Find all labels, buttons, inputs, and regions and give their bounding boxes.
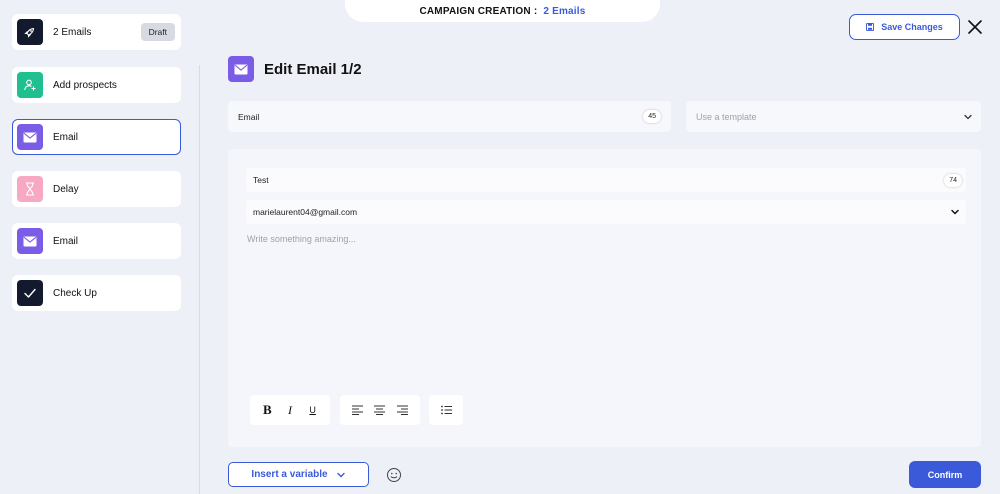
email-name-value: Email (238, 111, 260, 122)
campaign-header: CAMPAIGN CREATION : 2 Emails (345, 0, 660, 22)
draft-badge: Draft (140, 23, 175, 41)
align-left-button[interactable] (347, 400, 367, 420)
bold-label: B (262, 402, 272, 417)
body-placeholder: Write something amazing... (247, 234, 356, 244)
mail-icon (228, 56, 254, 82)
sidebar-item-check-up[interactable]: Check Up (12, 275, 181, 311)
sidebar-item-label: Delay (53, 183, 79, 195)
sidebar-item-label: Check Up (53, 287, 97, 299)
campaign-label: 2 Emails (53, 26, 92, 38)
email-name-char-count: 45 (643, 110, 661, 123)
align-right-button[interactable] (393, 400, 413, 420)
sidebar-item-add-prospects[interactable]: Add prospects (12, 67, 181, 103)
sidebar-item-email-2[interactable]: Email (12, 223, 181, 259)
align-center-button[interactable] (370, 400, 390, 420)
header-separator: : (533, 5, 538, 17)
chevron-down-icon (951, 209, 959, 215)
bullet-list-button[interactable] (436, 400, 456, 420)
save-changes-button[interactable]: Save Changes (849, 14, 960, 40)
save-changes-label: Save Changes (881, 22, 943, 32)
confirm-button[interactable]: Confirm (909, 461, 981, 488)
subject-char-count: 74 (944, 173, 962, 187)
list-group (429, 395, 463, 425)
insert-variable-label: Insert a variable (251, 469, 328, 480)
chevron-down-icon (964, 114, 972, 119)
email-composer: Test 74 marielaurent04@gmail.com Write s… (228, 149, 981, 447)
close-button[interactable] (966, 18, 984, 36)
save-icon (866, 23, 875, 31)
page-title: Edit Email 1/2 (264, 60, 362, 78)
sender-value: marielaurent04@gmail.com (253, 207, 358, 217)
align-left-icon (351, 405, 363, 415)
sidebar-item-label: Add prospects (53, 79, 117, 91)
campaign-name: 2 Emails (543, 5, 586, 17)
emoji-button[interactable] (386, 467, 402, 483)
email-name-field[interactable]: Email 45 (228, 101, 671, 132)
underline-button[interactable]: U (303, 400, 323, 420)
subject-value: Test (253, 175, 269, 185)
mail-icon (17, 124, 43, 150)
sidebar-divider (199, 65, 200, 494)
header-label: CAMPAIGN CREATION (419, 5, 531, 17)
check-icon (17, 280, 43, 306)
body-editor[interactable]: Write something amazing... (247, 234, 356, 244)
add-user-icon (17, 72, 43, 98)
align-center-icon (374, 405, 386, 415)
close-icon (968, 20, 982, 34)
sidebar-campaign-item[interactable]: 2 Emails Draft (12, 14, 181, 50)
italic-label: I (287, 402, 292, 417)
editor-title-row: Edit Email 1/2 (228, 56, 362, 82)
sidebar-item-label: Email (53, 235, 79, 247)
insert-variable-button[interactable]: Insert a variable (228, 462, 369, 487)
alignment-group (340, 395, 420, 425)
mail-icon (17, 228, 43, 254)
sidebar-item-email-1[interactable]: Email (12, 119, 181, 155)
rocket-icon (17, 19, 43, 45)
confirm-label: Confirm (927, 469, 963, 480)
underline-label: U (309, 405, 316, 415)
sender-select[interactable]: marielaurent04@gmail.com (246, 200, 966, 224)
smiley-icon (387, 468, 401, 482)
italic-button[interactable]: I (280, 400, 300, 420)
align-right-icon (397, 405, 409, 415)
template-select-placeholder: Use a template (696, 111, 757, 122)
bullet-list-icon (440, 405, 452, 415)
subject-field[interactable]: Test 74 (246, 168, 966, 192)
sidebar-item-delay[interactable]: Delay (12, 171, 181, 207)
text-style-group: B I U (250, 395, 330, 425)
hourglass-icon (17, 176, 43, 202)
template-select[interactable]: Use a template (686, 101, 981, 132)
sidebar-item-label: Email (53, 131, 79, 143)
bold-button[interactable]: B (257, 400, 277, 420)
chevron-down-icon (336, 472, 345, 477)
